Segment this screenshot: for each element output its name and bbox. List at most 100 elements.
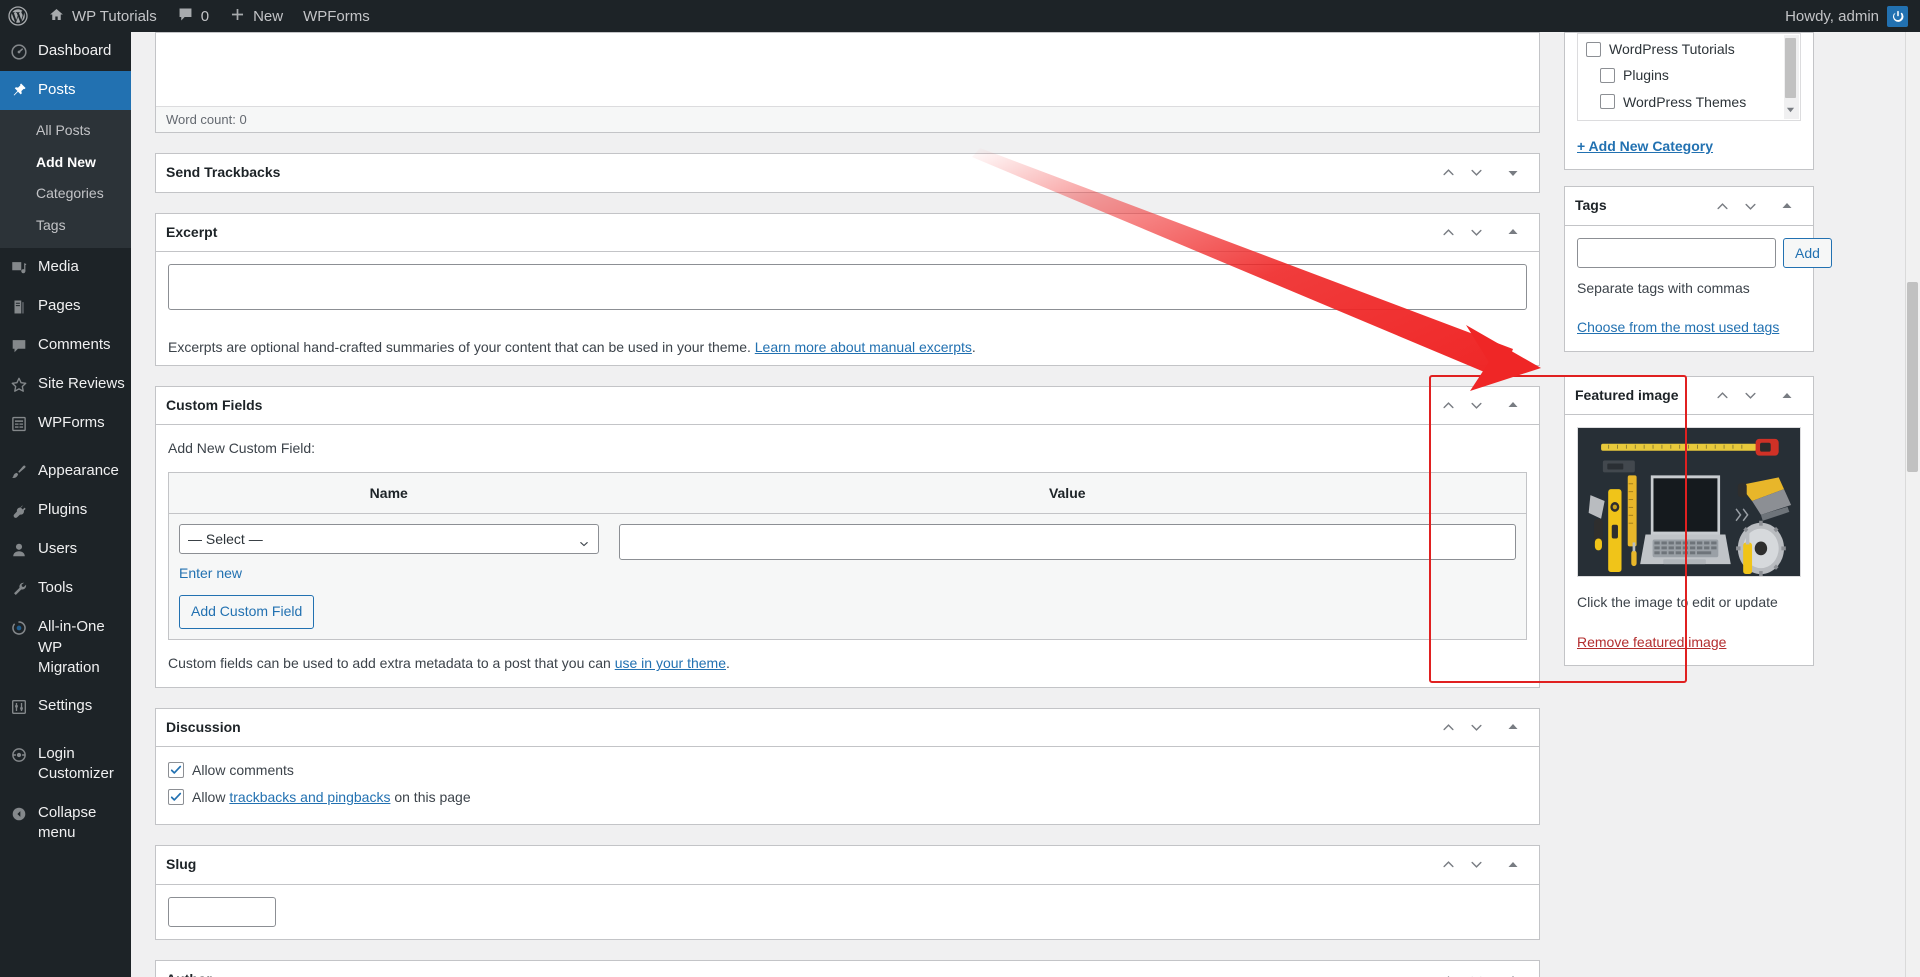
sidebar-item-login-customizer[interactable]: Login Customizer [0, 735, 131, 794]
sidebar-item-settings[interactable]: Settings [0, 687, 131, 726]
scrollbar-thumb[interactable] [1785, 38, 1796, 98]
caret-up-icon[interactable] [1499, 712, 1527, 742]
slug-input[interactable] [168, 896, 276, 927]
column-header-name: Name [168, 472, 609, 514]
chevron-down-icon[interactable] [1462, 850, 1490, 880]
wpforms-label: WPForms [303, 7, 370, 25]
chevron-down-icon[interactable] [1462, 964, 1490, 977]
wordpress-logo-button[interactable] [0, 0, 38, 32]
category-item[interactable]: Plugins [1578, 62, 1800, 88]
sidebar-item-plugins[interactable]: Plugins [0, 491, 131, 530]
howdy-label[interactable]: Howdy, admin [1785, 8, 1887, 25]
page-scrollbar[interactable] [1905, 32, 1920, 977]
submenu-item-add-new[interactable]: Add New [0, 147, 131, 179]
category-item[interactable]: WordPress Tutorials [1578, 36, 1800, 62]
custom-fields-help-link[interactable]: use in your theme [615, 655, 726, 671]
submenu-item-categories[interactable]: Categories [0, 178, 131, 210]
category-item[interactable]: WordPress Widgets [1578, 115, 1800, 120]
post-body: Word count: 0 Send Trackbacks Excerpt Ex… [131, 32, 1920, 977]
editor-textarea-tail[interactable] [156, 33, 1539, 107]
sidebar-item-tools[interactable]: Tools [0, 569, 131, 608]
site-name-menu[interactable]: WP Tutorials [38, 0, 167, 32]
posts-submenu: All Posts Add New Categories Tags [0, 110, 131, 249]
panel-actions [1434, 390, 1527, 420]
scroll-down-arrow-icon[interactable] [1784, 103, 1797, 116]
panel-actions [1434, 217, 1527, 247]
allow-pingbacks-checkbox[interactable] [168, 788, 184, 805]
new-content-menu[interactable]: New [219, 0, 293, 32]
pingbacks-link[interactable]: trackbacks and pingbacks [229, 789, 390, 805]
custom-fields-panel-header[interactable]: Custom Fields [156, 387, 1539, 426]
add-custom-field-button[interactable]: Add Custom Field [179, 595, 315, 630]
allow-comments-checkbox[interactable] [168, 762, 184, 779]
excerpt-panel-header[interactable]: Excerpt [156, 214, 1539, 253]
chevron-up-icon[interactable] [1434, 390, 1462, 420]
chevron-up-icon[interactable] [1708, 191, 1736, 221]
submenu-item-all-posts[interactable]: All Posts [0, 115, 131, 147]
chevron-down-icon[interactable] [1736, 191, 1764, 221]
choose-most-used-tags-link[interactable]: Choose from the most used tags [1577, 316, 1801, 338]
add-tag-button[interactable]: Add [1783, 237, 1832, 268]
chevron-up-icon[interactable] [1434, 850, 1462, 880]
chevron-down-icon[interactable] [1462, 712, 1490, 742]
content-area: Word count: 0 Send Trackbacks Excerpt Ex… [131, 32, 1920, 977]
caret-up-icon[interactable] [1773, 381, 1801, 411]
chevron-down-icon[interactable] [1462, 158, 1490, 188]
category-list-scrollbar[interactable] [1784, 35, 1799, 119]
trackbacks-panel: Send Trackbacks [155, 153, 1540, 193]
custom-field-value-textarea[interactable] [618, 523, 1516, 560]
category-checkbox[interactable] [1600, 94, 1615, 110]
chevron-up-icon[interactable] [1434, 964, 1462, 977]
excerpt-textarea[interactable] [168, 264, 1527, 311]
discussion-panel-header[interactable]: Discussion [156, 709, 1539, 748]
author-panel-header[interactable]: Author [156, 961, 1539, 977]
sidebar-item-wpforms[interactable]: WPForms [0, 404, 131, 443]
remove-featured-image-link[interactable]: Remove featured image [1577, 631, 1801, 653]
caret-up-icon[interactable] [1499, 850, 1527, 880]
caret-up-icon[interactable] [1499, 964, 1527, 977]
add-new-category-link[interactable]: + Add New Category [1577, 135, 1801, 157]
excerpt-help-link[interactable]: Learn more about manual excerpts [755, 339, 972, 355]
allow-pingbacks-label: Allow trackbacks and pingbacks on this p… [192, 786, 471, 808]
chevron-up-icon[interactable] [1434, 217, 1462, 247]
sidebar-item-media[interactable]: Media [0, 248, 131, 287]
sidebar-item-appearance[interactable]: Appearance [0, 452, 131, 491]
category-checkbox[interactable] [1600, 68, 1615, 84]
featured-image-panel-header[interactable]: Featured image [1565, 377, 1813, 416]
featured-image-thumbnail[interactable] [1577, 427, 1801, 578]
sidebar-item-all-in-one-wp-migration[interactable]: All-in-One WP Migration [0, 608, 131, 687]
custom-field-name-select[interactable]: — Select — [179, 523, 599, 554]
category-checklist[interactable]: WordPress Tutorials Plugins WordPress Th… [1577, 33, 1801, 121]
slug-panel-header[interactable]: Slug [156, 846, 1539, 885]
sidebar-item-dashboard[interactable]: Dashboard [0, 32, 131, 71]
tag-input[interactable] [1577, 237, 1776, 268]
sidebar-item-users[interactable]: Users [0, 530, 131, 569]
sidebar-item-site-reviews[interactable]: Site Reviews [0, 365, 131, 404]
chevron-down-icon[interactable] [1736, 381, 1764, 411]
chevron-up-icon[interactable] [1434, 712, 1462, 742]
user-avatar-icon[interactable] [1887, 5, 1908, 27]
caret-up-icon[interactable] [1499, 390, 1527, 420]
submenu-item-tags[interactable]: Tags [0, 210, 131, 242]
media-icon [9, 258, 29, 278]
wpforms-menu[interactable]: WPForms [293, 0, 380, 32]
chevron-up-icon[interactable] [1434, 158, 1462, 188]
sidebar-item-posts[interactable]: Posts [0, 71, 139, 110]
caret-up-icon[interactable] [1773, 191, 1801, 221]
chevron-down-icon[interactable] [1462, 390, 1490, 420]
tags-panel: Tags Add Separate tags with commas Choos… [1564, 186, 1832, 352]
comments-menu[interactable]: 0 [167, 0, 219, 32]
caret-down-icon[interactable] [1499, 158, 1527, 188]
category-checkbox[interactable] [1586, 41, 1601, 57]
sidebar-item-pages[interactable]: Pages [0, 287, 131, 326]
category-item[interactable]: WordPress Themes [1578, 89, 1800, 115]
caret-up-icon[interactable] [1499, 217, 1527, 247]
chevron-down-icon[interactable] [1462, 217, 1490, 247]
trackbacks-panel-header[interactable]: Send Trackbacks [156, 154, 1539, 192]
chevron-up-icon[interactable] [1708, 381, 1736, 411]
enter-new-link[interactable]: Enter new [179, 562, 242, 584]
collapse-menu-button[interactable]: Collapse menu [0, 794, 131, 853]
scrollbar-thumb[interactable] [1907, 282, 1918, 472]
tags-panel-header[interactable]: Tags [1565, 187, 1813, 226]
sidebar-item-comments[interactable]: Comments [0, 326, 131, 365]
